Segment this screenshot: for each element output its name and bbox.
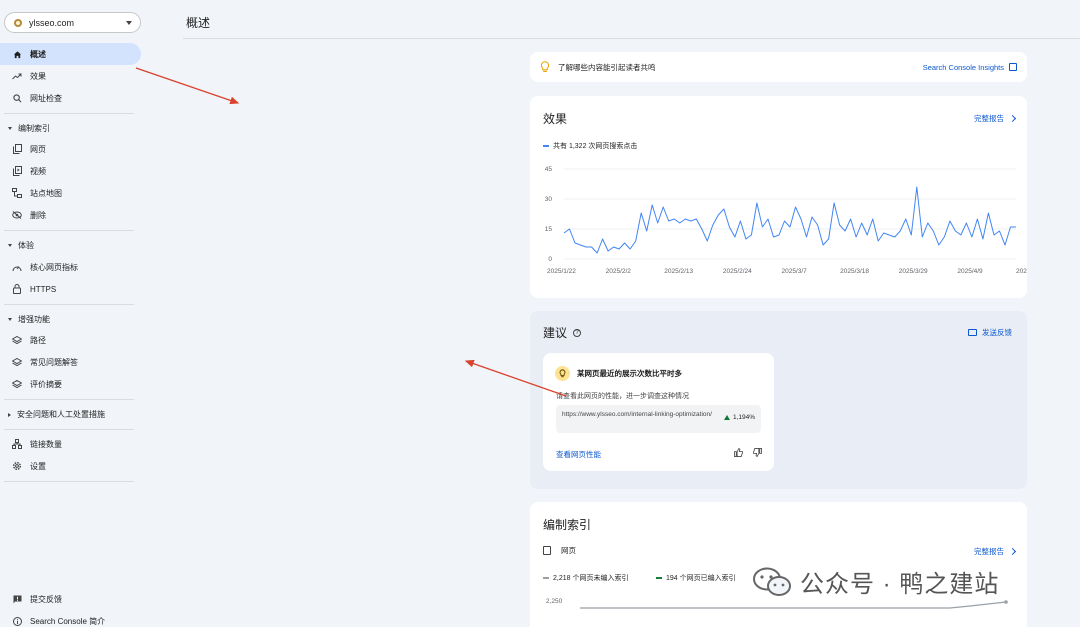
annotation-arrow [464, 359, 567, 397]
wechat-logo-icon [753, 567, 791, 596]
annotation-arrow [135, 67, 240, 105]
annotation-arrows [135, 67, 567, 397]
watermark-text: 公众号 · 鸭之建站 [800, 571, 1000, 598]
watermark: 公众号 · 鸭之建站 [752, 564, 999, 599]
